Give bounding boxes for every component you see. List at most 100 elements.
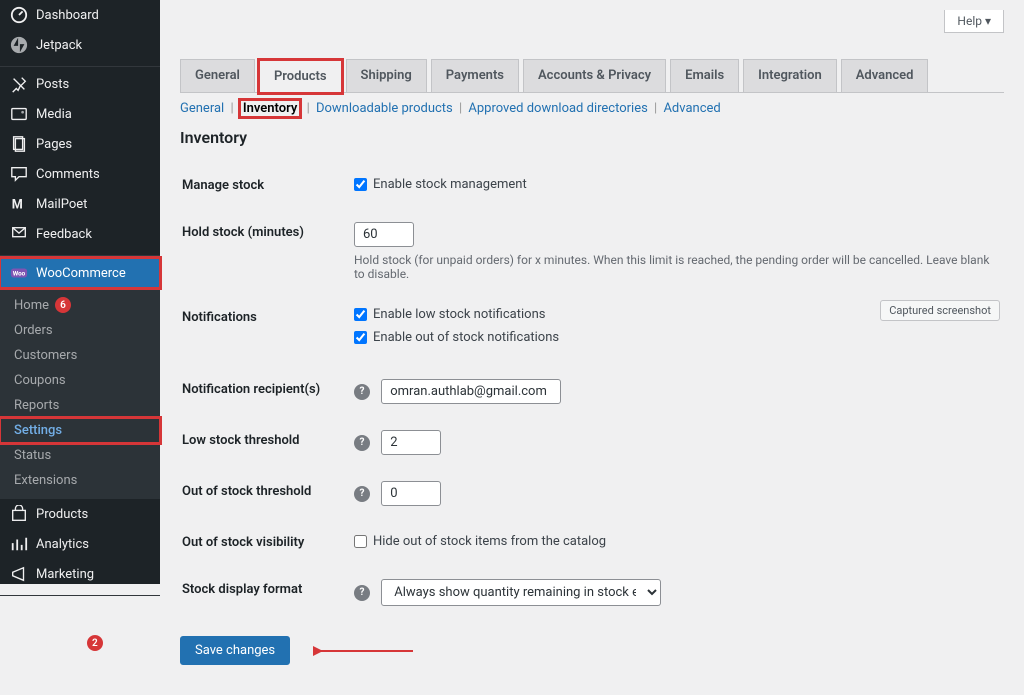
help-icon[interactable]: ? [354,486,370,502]
menu-item-label: Media [36,107,72,122]
woo-icon: Woo [10,264,28,282]
row-label-manage-stock: Manage stock [182,163,352,208]
menu-item-label: Pages [36,137,72,152]
submenu-item-label: Settings [14,423,62,438]
main-content: Help ▾ GeneralProductsShippingPaymentsAc… [160,0,1024,695]
oos-visibility-label[interactable]: Hide out of stock items from the catalog [354,534,606,549]
subtab-approved-download-directories[interactable]: Approved download directories [468,101,647,116]
oos-notify-checkbox[interactable] [354,331,367,344]
menu-item-feedback[interactable]: Feedback [0,219,160,249]
row-label-display-format: Stock display format [182,567,352,618]
manage-stock-checkbox-text: Enable stock management [373,177,527,192]
oos-notify-label[interactable]: Enable out of stock notifications [354,330,992,345]
save-changes-button[interactable]: Save changes [180,636,290,665]
low-stock-notify-text: Enable low stock notifications [373,307,545,322]
menu-item-dashboard[interactable]: Dashboard [0,0,160,30]
row-label-notifications: Notifications [182,295,352,365]
separator: | [300,101,316,116]
menu-item-jetpack[interactable]: Jetpack [0,30,160,60]
oos-visibility-text: Hide out of stock items from the catalog [373,534,606,549]
comments-icon [10,165,28,183]
submenu-item-reports[interactable]: Reports [0,393,160,418]
oos-threshold-input[interactable] [381,481,441,506]
submenu-item-label: Status [14,448,51,463]
submenu-item-label: Extensions [14,473,77,488]
menu-item-mailpoet[interactable]: M MailPoet [0,189,160,219]
marketing-icon [10,565,28,583]
oos-notify-text: Enable out of stock notifications [373,330,559,345]
menu-item-products[interactable]: Products [0,499,160,529]
help-icon[interactable]: ? [354,384,370,400]
help-tab[interactable]: Help ▾ [944,10,1004,33]
inventory-form: Manage stock Enable stock management Hol… [180,161,1004,620]
admin-sidebar: DashboardJetpackPostsMediaPagesCommentsM… [0,0,160,584]
menu-item-analytics[interactable]: Analytics [0,529,160,559]
submenu-item-label: Orders [14,323,53,338]
submenu-item-coupons[interactable]: Coupons [0,368,160,393]
submenu-item-status[interactable]: Status [0,443,160,468]
separator: | [648,101,664,116]
submenu-item-extensions[interactable]: Extensions [0,468,160,493]
menu-item-posts[interactable]: Posts [0,69,160,99]
settings-subtabs: General | Inventory | Downloadable produ… [180,93,1004,124]
menu-item-label: WooCommerce [36,266,126,281]
notification-recipients-input[interactable] [381,379,561,404]
row-label-oos-threshold: Out of stock threshold [182,469,352,518]
tab-integration[interactable]: Integration [743,59,837,92]
menu-item-label: Analytics [36,537,89,552]
low-stock-threshold-input[interactable] [381,430,441,455]
tab-accounts-privacy[interactable]: Accounts & Privacy [523,59,666,92]
tab-emails[interactable]: Emails [670,59,739,92]
manage-stock-checkbox[interactable] [354,178,367,191]
count-badge: 6 [55,297,71,313]
submenu-item-settings[interactable]: Settings [0,418,160,443]
oos-visibility-checkbox[interactable] [354,535,367,548]
hold-stock-input[interactable] [354,222,414,247]
manage-stock-checkbox-label[interactable]: Enable stock management [354,177,527,192]
subtab-general[interactable]: General [180,101,224,116]
tab-products[interactable]: Products [259,60,342,93]
submenu-item-label: Customers [14,348,77,363]
separator: | [224,101,240,116]
submenu-item-home[interactable]: Home 6 [0,292,160,318]
submenu-item-label: Home [14,298,49,313]
submenu-item-label: Reports [14,398,59,413]
section-title: Inventory [180,128,1004,147]
menu-item-pages[interactable]: Pages [0,129,160,159]
hold-stock-description: Hold stock (for unpaid orders) for x min… [354,253,992,281]
menu-item-label: Feedback [36,227,92,242]
stock-display-format-select[interactable]: Always show quantity remaining in stock … [381,579,661,606]
row-label-oos-visibility: Out of stock visibility [182,520,352,565]
menu-item-woocommerce[interactable]: Woo WooCommerce [0,258,160,288]
dashboard-icon [10,6,28,24]
annotation-arrow [313,641,423,661]
menu-item-label: MailPoet [36,197,87,212]
tab-general[interactable]: General [180,59,255,92]
menu-item-comments[interactable]: Comments [0,159,160,189]
woocommerce-submenu: Home 6Orders Customers Coupons Reports Settin… [0,288,160,499]
help-icon[interactable]: ? [354,435,370,451]
menu-item-media[interactable]: Media [0,99,160,129]
media-icon [10,105,28,123]
tab-payments[interactable]: Payments [431,59,519,92]
submenu-item-customers[interactable]: Customers [0,343,160,368]
svg-text:Woo: Woo [13,270,26,278]
separator: | [453,101,469,116]
row-label-recipients: Notification recipient(s) [182,367,352,416]
submenu-item-orders[interactable]: Orders [0,318,160,343]
subtab-downloadable-products[interactable]: Downloadable products [316,101,453,116]
submenu-item-label: Coupons [14,373,66,388]
subtab-inventory[interactable]: Inventory [240,100,301,117]
menu-item-label: Posts [36,77,69,92]
settings-tabs: GeneralProductsShippingPaymentsAccounts … [180,59,1004,93]
analytics-icon [10,535,28,553]
jetpack-icon [10,36,28,54]
mailpoet-icon: M [10,195,28,213]
tab-shipping[interactable]: Shipping [346,59,427,92]
menu-item-label: Products [36,507,88,522]
tab-advanced[interactable]: Advanced [841,59,929,92]
low-stock-notify-checkbox[interactable] [354,308,367,321]
menu-item-label: Dashboard [36,8,99,23]
help-icon[interactable]: ? [354,585,370,601]
subtab-advanced[interactable]: Advanced [663,101,720,116]
